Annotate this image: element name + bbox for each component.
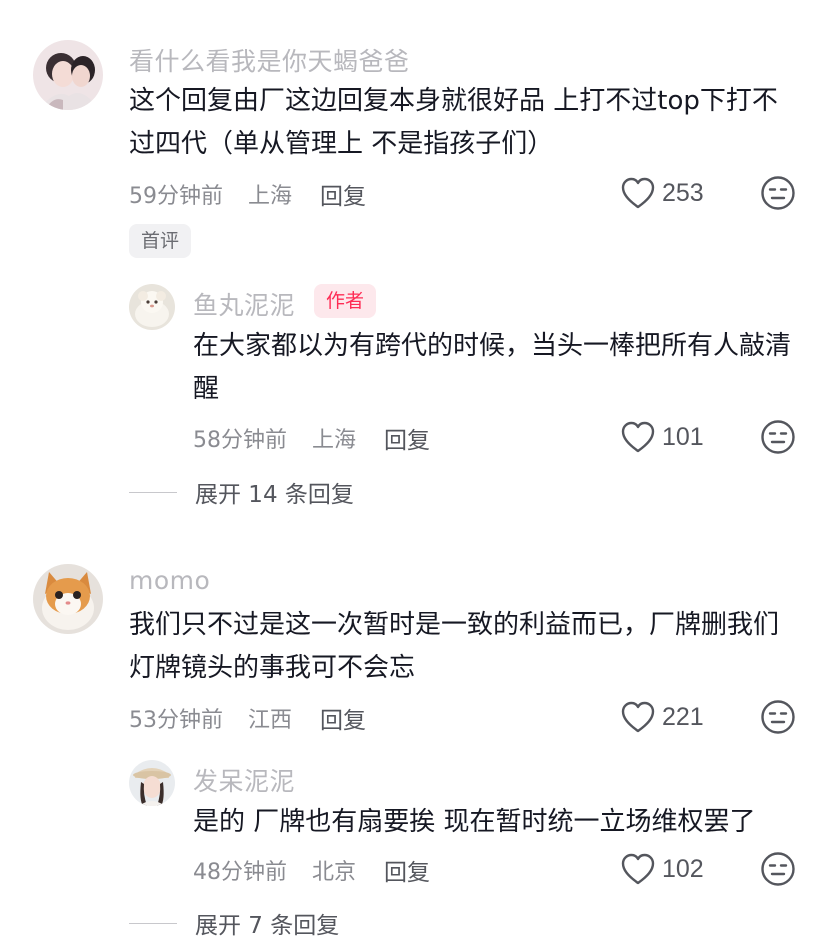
avatar[interactable] xyxy=(129,760,175,806)
reply-text: 在大家都以为有跨代的时候，当头一棒把所有人敲清醒 xyxy=(193,331,792,404)
like-button[interactable]: 221 xyxy=(620,700,704,734)
like-count: 101 xyxy=(662,422,704,451)
heart-outline-icon xyxy=(621,421,655,453)
timestamp: 59分钟前 xyxy=(129,184,223,209)
timestamp: 48分钟前 xyxy=(193,860,287,885)
reply-text: 是的 厂牌也有扇要挨 现在暂时统一立场维权罢了 xyxy=(193,807,756,837)
like-button[interactable]: 102 xyxy=(620,852,704,886)
like-count: 102 xyxy=(662,854,704,883)
comment-text: 这个回复由厂这边回复本身就很好品 上打不过top下打不过四代（单从管理上 不是指… xyxy=(129,86,778,159)
first-comment-tag: 首评 xyxy=(129,224,192,258)
location: 上海 xyxy=(312,428,357,453)
username[interactable]: 发呆泥泥 xyxy=(193,762,295,798)
heart-outline-icon xyxy=(621,853,655,885)
heart-outline-icon xyxy=(621,177,655,209)
dislike-button[interactable] xyxy=(760,175,796,215)
neutral-face-icon xyxy=(761,420,795,454)
timestamp: 53分钟前 xyxy=(129,708,223,733)
reply-button[interactable]: 回复 xyxy=(384,421,430,455)
divider xyxy=(129,922,177,924)
neutral-face-icon xyxy=(761,700,795,734)
dislike-button[interactable] xyxy=(760,699,796,739)
expand-replies-button[interactable]: 展开 7 条回复 xyxy=(129,906,339,940)
expand-replies-button[interactable]: 展开 14 条回复 xyxy=(129,475,354,509)
location: 上海 xyxy=(248,184,293,209)
dislike-button[interactable] xyxy=(760,419,796,459)
dislike-button[interactable] xyxy=(760,851,796,891)
divider xyxy=(129,491,177,493)
expand-replies-label: 展开 7 条回复 xyxy=(195,913,340,939)
avatar[interactable] xyxy=(33,564,103,634)
location: 江西 xyxy=(248,708,293,733)
reply-button[interactable]: 回复 xyxy=(320,701,366,735)
neutral-face-icon xyxy=(761,176,795,210)
like-button[interactable]: 101 xyxy=(620,420,704,454)
like-button[interactable]: 253 xyxy=(620,176,704,210)
like-count: 221 xyxy=(662,702,704,731)
author-badge: 作者 xyxy=(314,284,377,318)
username[interactable]: 看什么看我是你天蝎爸爸 xyxy=(129,42,410,78)
timestamp: 58分钟前 xyxy=(193,428,287,453)
expand-replies-label: 展开 14 条回复 xyxy=(195,482,354,508)
neutral-face-icon xyxy=(761,852,795,886)
reply-button[interactable]: 回复 xyxy=(384,853,430,887)
location: 北京 xyxy=(312,860,357,885)
reply-button[interactable]: 回复 xyxy=(320,177,366,211)
comment-text: 我们只不过是这一次暂时是一致的利益而已，厂牌删我们灯牌镜头的事我可不会忘 xyxy=(129,610,780,683)
username[interactable]: momo xyxy=(129,566,210,595)
avatar[interactable] xyxy=(33,40,103,110)
like-count: 253 xyxy=(662,178,704,207)
username[interactable]: 鱼丸泥泥 xyxy=(193,286,295,322)
avatar[interactable] xyxy=(129,284,175,330)
heart-outline-icon xyxy=(621,701,655,733)
